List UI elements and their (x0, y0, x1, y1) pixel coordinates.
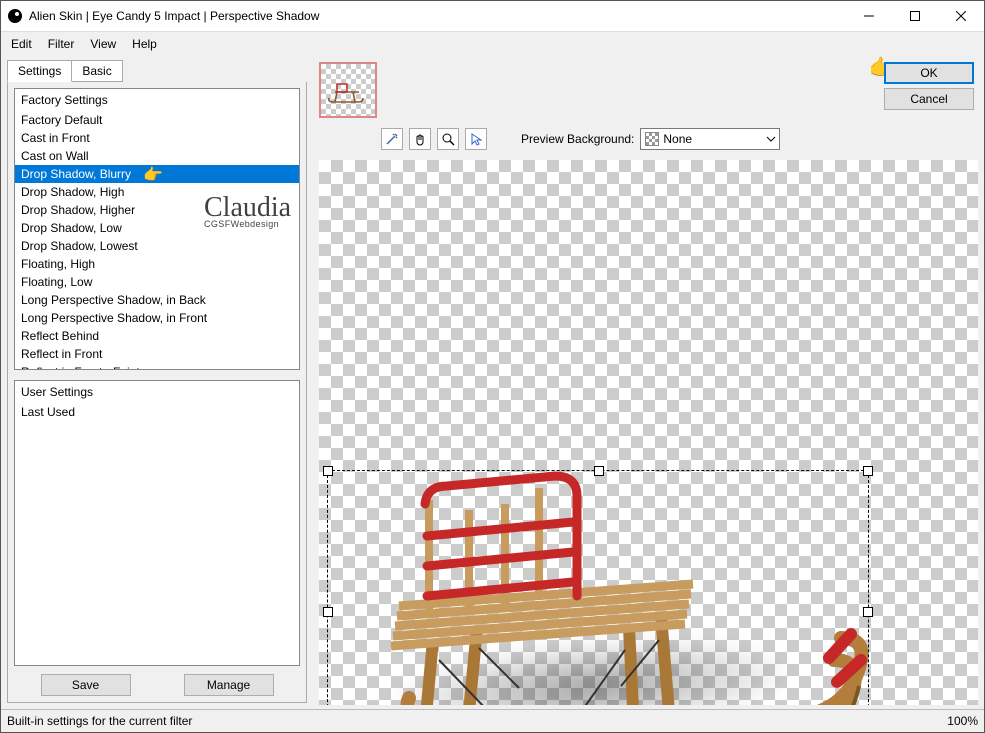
titlebar: Alien Skin | Eye Candy 5 Impact | Perspe… (1, 1, 984, 32)
checker-icon (645, 132, 659, 146)
preset-item[interactable]: Cast in Front (15, 129, 299, 147)
preset-item[interactable]: Reflect in Front - Faint (15, 363, 299, 370)
menu-view[interactable]: View (84, 35, 122, 53)
preset-item[interactable]: Drop Shadow, High (15, 183, 299, 201)
zoom-tool-icon[interactable] (437, 128, 459, 150)
menu-filter[interactable]: Filter (42, 35, 81, 53)
menubar: Edit Filter View Help (1, 32, 984, 56)
preview-background-label: Preview Background: (521, 132, 634, 146)
preset-item[interactable]: Reflect Behind (15, 327, 299, 345)
close-button[interactable] (938, 1, 984, 31)
preset-item[interactable]: Drop Shadow, Lowest (15, 237, 299, 255)
plugin-window: Alien Skin | Eye Candy 5 Impact | Perspe… (0, 0, 985, 733)
preset-item[interactable]: Drop Shadow, Low (15, 219, 299, 237)
settings-panel: Factory Settings Factory DefaultCast in … (7, 82, 307, 703)
tab-basic[interactable]: Basic (71, 60, 122, 82)
selection-handle[interactable] (323, 466, 333, 476)
top-strip: 👉 OK Cancel (313, 56, 984, 122)
preset-item[interactable]: Floating, High (15, 255, 299, 273)
thumbnail-sled-icon (325, 76, 365, 110)
preset-item[interactable]: Long Perspective Shadow, in Back (15, 291, 299, 309)
status-bar: Built-in settings for the current filter… (1, 709, 984, 732)
selection-boundary[interactable] (327, 470, 869, 705)
selection-handle[interactable] (863, 607, 873, 617)
dialog-buttons: 👉 OK Cancel (884, 62, 978, 110)
preset-item[interactable]: Cast on Wall (15, 147, 299, 165)
preset-item[interactable]: Long Perspective Shadow, in Front (15, 309, 299, 327)
settings-tabs: Settings Basic (7, 60, 307, 82)
selection-handle[interactable] (323, 607, 333, 617)
user-header: User Settings (15, 381, 299, 403)
menu-help[interactable]: Help (126, 35, 163, 53)
preview-toolbar: Preview Background: None (313, 122, 984, 156)
preview-background-combo[interactable]: None (640, 128, 780, 150)
preview-background-value: None (663, 132, 692, 146)
tab-settings[interactable]: Settings (7, 60, 72, 82)
left-panel: Settings Basic Factory Settings Factory … (1, 56, 313, 709)
status-message: Built-in settings for the current filter (7, 714, 192, 728)
wand-tool-icon[interactable] (381, 128, 403, 150)
app-icon (7, 8, 23, 24)
preset-item[interactable]: Drop Shadow, Blurry👉 (15, 165, 299, 183)
preset-item[interactable]: Reflect in Front (15, 345, 299, 363)
window-title: Alien Skin | Eye Candy 5 Impact | Perspe… (29, 9, 846, 23)
menu-edit[interactable]: Edit (5, 35, 38, 53)
pointing-hand-icon: 👉 (143, 165, 163, 185)
preset-thumbnail[interactable] (319, 62, 377, 118)
minimize-button[interactable] (846, 1, 892, 31)
factory-header: Factory Settings (15, 89, 299, 111)
manage-button[interactable]: Manage (184, 674, 274, 696)
selection-handle[interactable] (863, 466, 873, 476)
preset-item[interactable]: Floating, Low (15, 273, 299, 291)
cancel-button[interactable]: Cancel (884, 88, 974, 110)
preset-item[interactable]: Factory Default (15, 111, 299, 129)
right-panel: 👉 OK Cancel Preview Background: None (313, 56, 984, 709)
preview-canvas[interactable] (319, 160, 978, 705)
preset-item[interactable]: Drop Shadow, Higher (15, 201, 299, 219)
selection-handle[interactable] (594, 466, 604, 476)
user-preset-item[interactable]: Last Used (15, 403, 299, 421)
maximize-button[interactable] (892, 1, 938, 31)
status-zoom: 100% (947, 714, 978, 728)
ok-button[interactable]: OK (884, 62, 974, 84)
settings-buttons: Save Manage (14, 674, 300, 696)
chevron-down-icon (766, 133, 776, 147)
save-button[interactable]: Save (41, 674, 131, 696)
pointer-tool-icon[interactable] (465, 128, 487, 150)
factory-settings-list[interactable]: Factory Settings Factory DefaultCast in … (14, 88, 300, 370)
content-area: Settings Basic Factory Settings Factory … (1, 56, 984, 709)
hand-tool-icon[interactable] (409, 128, 431, 150)
user-settings-list[interactable]: User Settings Last Used (14, 380, 300, 666)
